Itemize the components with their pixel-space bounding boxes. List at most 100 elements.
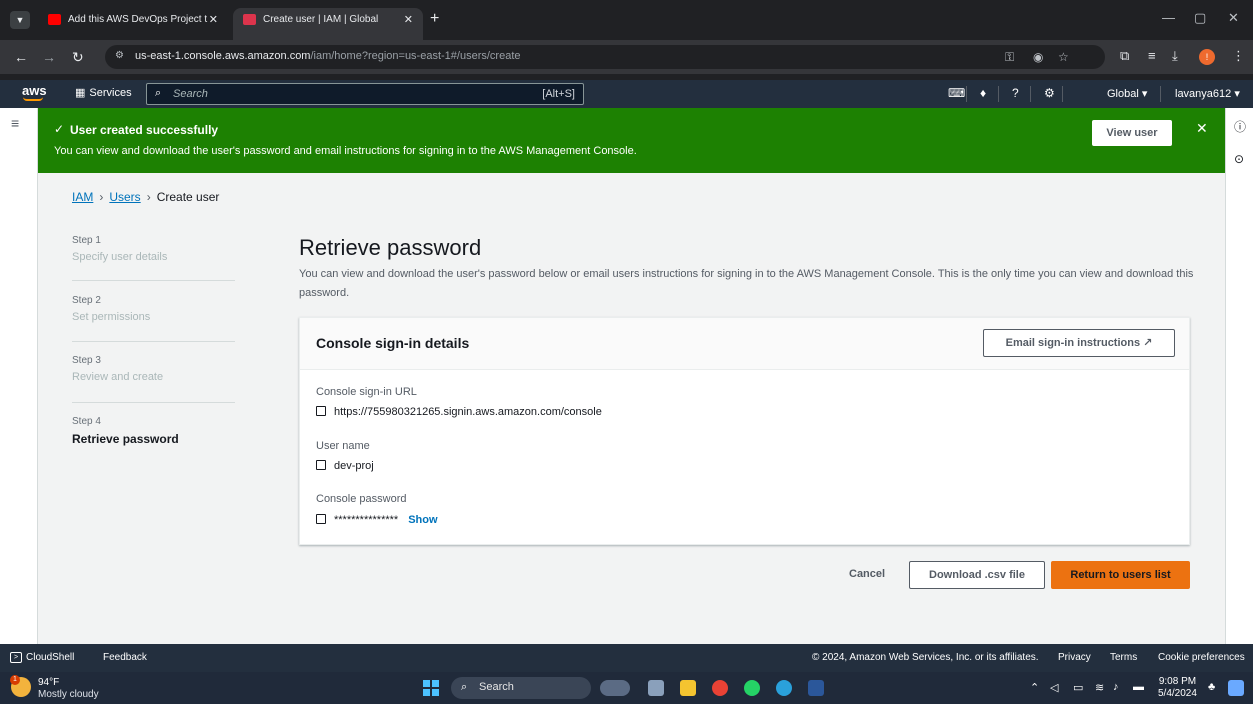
terminal-icon: > [10, 652, 22, 663]
signin-url-value: https://755980321265.signin.aws.amazon.c… [316, 405, 602, 418]
hamburger-menu-icon[interactable]: ≡ [11, 115, 19, 131]
word-icon[interactable] [808, 680, 824, 696]
copy-icon[interactable] [316, 406, 326, 416]
view-user-button[interactable]: View user [1092, 120, 1172, 146]
battery-icon[interactable]: ▬ [1133, 681, 1144, 693]
wifi-icon[interactable]: ≋ [1095, 681, 1104, 694]
notification-bell-icon[interactable]: ♣ [1208, 681, 1215, 693]
taskbar-search[interactable]: ⌕ Search [451, 677, 591, 699]
region-selector[interactable]: Global ▾ [1107, 87, 1147, 100]
telegram-icon[interactable] [776, 680, 792, 696]
breadcrumb-users[interactable]: Users [109, 190, 140, 204]
account-menu[interactable]: lavanya612 ▾ [1175, 87, 1240, 100]
file-explorer-icon[interactable] [648, 680, 664, 696]
eye-icon[interactable]: ◉ [1033, 50, 1043, 64]
close-window-icon[interactable]: ✕ [1228, 10, 1239, 26]
cancel-button[interactable]: Cancel [849, 568, 885, 580]
breadcrumb-current: Create user [156, 190, 220, 204]
extensions-icon[interactable]: ⧉ [1120, 48, 1129, 64]
search-icon: ⌕ [461, 681, 468, 693]
password-value: *************** Show [316, 513, 438, 526]
copy-icon[interactable] [316, 514, 326, 524]
temperature: 94°F [38, 677, 60, 688]
windows-start-icon[interactable] [423, 680, 439, 696]
search-icon: ⌕ [155, 87, 162, 99]
close-icon[interactable]: ✕ [1196, 120, 1208, 137]
copyright-text: © 2024, Amazon Web Services, Inc. or its… [812, 652, 1039, 663]
panel-title: Console sign-in details [316, 335, 470, 351]
close-icon[interactable]: ✕ [404, 8, 413, 32]
grid-icon: ▦ [75, 87, 86, 99]
email-sign-in-instructions-button[interactable]: Email sign-in instructions ↗ [983, 329, 1175, 357]
sign-in-details-panel: Console sign-in details Email sign-in in… [299, 317, 1190, 545]
feedback-link[interactable]: Feedback [103, 652, 147, 663]
minimize-icon[interactable]: — [1162, 10, 1175, 25]
external-link-icon: ↗ [1143, 337, 1153, 349]
show-password-link[interactable]: Show [408, 514, 437, 526]
notifications-icon[interactable]: ♦ [980, 86, 986, 100]
download-csv-button[interactable]: Download .csv file [909, 561, 1045, 589]
site-info-icon[interactable]: ⚙ [115, 50, 124, 61]
menu-dots-icon[interactable]: ⋮ [1232, 48, 1245, 64]
tray-chevron-icon[interactable]: ⌃ [1030, 681, 1039, 694]
privacy-link[interactable]: Privacy [1058, 652, 1091, 663]
url-text: us-east-1.console.aws.amazon.com/iam/hom… [135, 50, 521, 62]
settings-gear-icon[interactable]: ⚙ [1044, 86, 1055, 100]
info-icon[interactable]: ⓘ [1234, 118, 1246, 135]
return-to-users-list-button[interactable]: Return to users list [1051, 561, 1190, 589]
username-label: User name [316, 440, 370, 452]
reload-icon[interactable]: ↻ [72, 49, 84, 66]
wizard-step-4: Step 4 Retrieve password [72, 416, 179, 446]
console-footer: > CloudShell Feedback © 2024, Amazon Web … [0, 644, 1253, 672]
volume-icon[interactable]: ♪ [1113, 681, 1119, 693]
cloudshell-link[interactable]: > CloudShell [10, 652, 74, 663]
page-title: Retrieve password [299, 235, 482, 260]
address-bar[interactable]: ⚙ us-east-1.console.aws.amazon.com/iam/h… [105, 45, 1105, 69]
cloudshell-icon[interactable]: ⌨ [948, 86, 965, 100]
restore-icon[interactable]: ▢ [1194, 10, 1206, 26]
cookie-preferences-link[interactable]: Cookie preferences [1158, 652, 1245, 663]
check-circle-icon: ✓ [54, 122, 65, 136]
search-input[interactable]: ⌕ Search [Alt+S] [146, 83, 584, 105]
side-nav-rail: ≡ [0, 108, 38, 644]
browser-tab-iam[interactable]: Create user | IAM | Global ✕ [233, 8, 423, 40]
breadcrumb: IAM › Users › Create user [72, 190, 220, 204]
success-banner: ✓ User created successfully You can view… [38, 108, 1225, 173]
folder-icon[interactable] [680, 680, 696, 696]
back-icon[interactable]: ← [14, 49, 28, 65]
tab-search-icon[interactable]: ▼ [10, 11, 30, 29]
tray-display-icon[interactable]: ▭ [1073, 681, 1083, 694]
breadcrumb-iam[interactable]: IAM [72, 190, 93, 204]
weather-condition: Mostly cloudy [38, 689, 99, 700]
profile-avatar[interactable]: ! [1199, 49, 1215, 65]
close-icon[interactable]: ✕ [209, 8, 218, 32]
services-menu[interactable]: ▦ Services [75, 86, 132, 99]
browser-tab-youtube[interactable]: Add this AWS DevOps Project t ✕ [38, 8, 228, 40]
wizard-step-2: Step 2 Set permissions [72, 295, 151, 323]
browser-tab-strip: ▼ Add this AWS DevOps Project t ✕ Create… [0, 0, 1253, 40]
chrome-icon[interactable] [712, 680, 728, 696]
weather-alert-icon: 1 [10, 675, 20, 685]
terms-link[interactable]: Terms [1110, 652, 1137, 663]
new-tab-icon[interactable]: + [430, 10, 439, 28]
download-icon[interactable]: ⤓ [1172, 48, 1178, 64]
tab-title: Create user | IAM | Global [263, 14, 379, 25]
copilot-icon[interactable] [1228, 680, 1244, 696]
system-clock[interactable]: 9:08 PM 5/4/2024 [1158, 676, 1197, 700]
whatsapp-icon[interactable] [744, 680, 760, 696]
banner-message: You can view and download the user's pas… [54, 145, 637, 157]
help-icon[interactable]: ? [1012, 86, 1019, 100]
copy-icon[interactable] [316, 460, 326, 470]
bookmark-star-icon[interactable]: ☆ [1058, 50, 1069, 64]
reading-list-icon[interactable]: ≡ [1148, 48, 1156, 63]
console-content: ≡ ⓘ ⊙ ✓ User created successfully You ca… [0, 108, 1253, 644]
password-label: Console password [316, 493, 407, 505]
aws-iam-icon [243, 14, 256, 25]
key-icon[interactable]: ⚿ [1005, 50, 1014, 65]
forward-icon[interactable]: → [42, 49, 56, 65]
task-view-icon[interactable] [600, 680, 630, 696]
feedback-icon[interactable]: ⊙ [1234, 152, 1244, 166]
aws-logo[interactable]: aws [22, 83, 47, 101]
tray-send-icon[interactable]: ◁ [1050, 681, 1058, 694]
wizard-step-3: Step 3 Review and create [72, 355, 164, 383]
